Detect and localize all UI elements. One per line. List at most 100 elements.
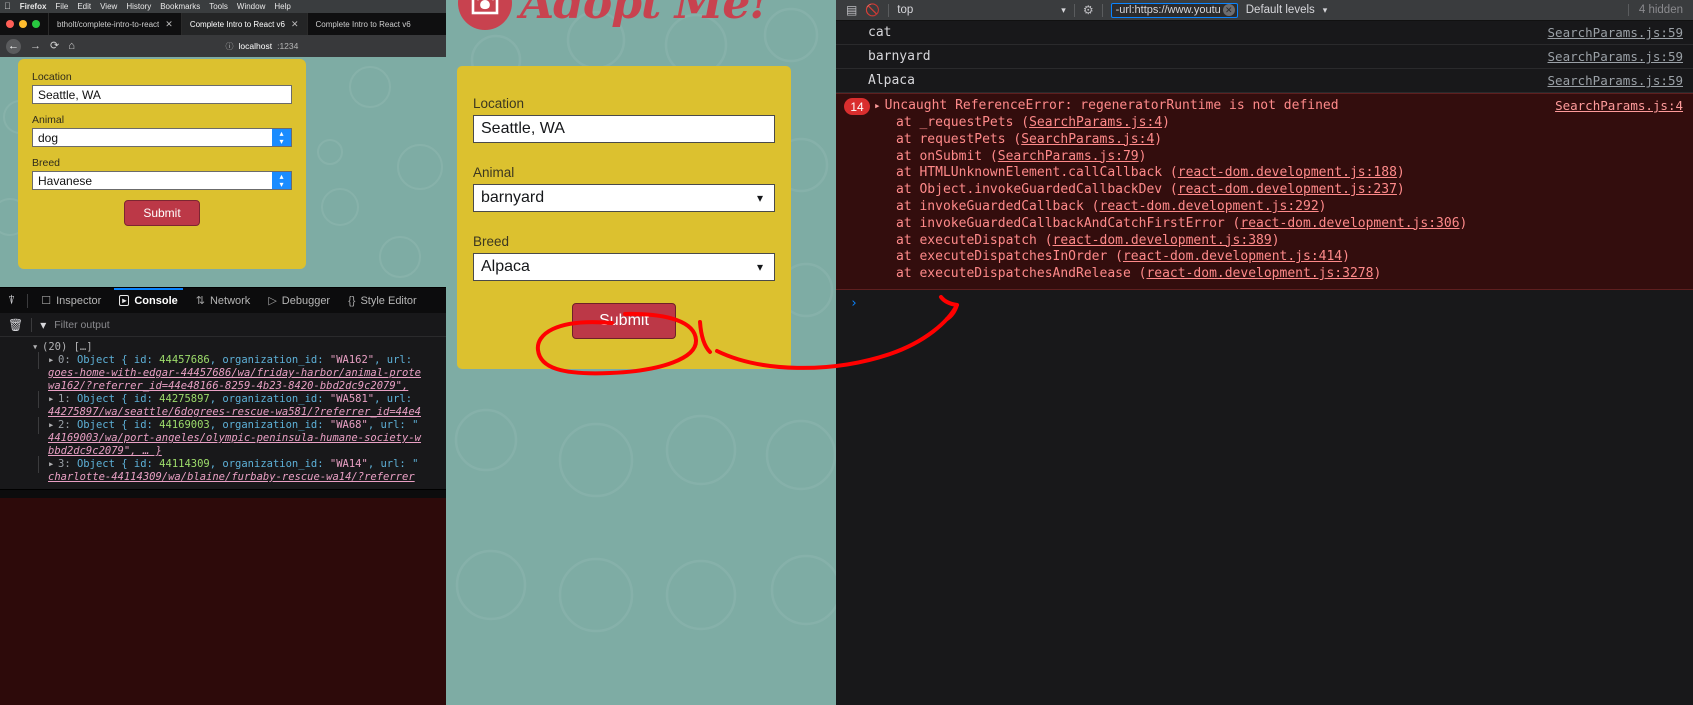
console-object-row[interactable]: ▸ 3: Object { id: 44114309, organization_… [0,456,446,473]
frame-link[interactable]: react-dom.development.js:389 [1053,233,1272,248]
frame-link[interactable]: react-dom.development.js:292 [1100,199,1319,214]
frame-link[interactable]: react-dom.development.js:3278 [1146,266,1373,281]
console-output-left[interactable]: ▾ (20) […] ▸ 0: Object { id: 44457686, org… [0,337,446,489]
menu-window[interactable]: Window [237,2,265,11]
log-levels-dropdown[interactable]: Default levels [1246,4,1315,16]
console-object-row[interactable]: ▸ 1: Object { id: 44275897, organization_… [0,391,446,408]
breed-select[interactable]: Alpaca ▾ [473,253,775,281]
browser-tab-2[interactable]: Complete Intro to React v6 [306,13,427,35]
stack-frame[interactable]: at executeDispatchesAndRelease (react-do… [896,266,1693,283]
close-window-button[interactable] [6,20,14,28]
animal-select[interactable]: barnyard ▾ [473,184,775,212]
chevron-down-icon[interactable]: ▾ [757,191,767,205]
menu-view[interactable]: View [100,2,117,11]
devtools-tab-style-editor[interactable]: {} Style Editor [339,289,426,313]
browser-tab-1[interactable]: Complete Intro to React v6 ✕ [180,13,307,35]
location-input[interactable]: Seattle, WA [32,85,292,104]
error-header[interactable]: 14 ▸ Uncaught ReferenceError: regenerato… [836,98,1693,115]
stack-frame[interactable]: at onSubmit (SearchParams.js:79) [896,149,1693,166]
stack-frame[interactable]: at invokeGuardedCallbackAndCatchFirstErr… [896,216,1693,233]
console-context-selector[interactable]: top [897,4,913,16]
log-source-link[interactable]: SearchParams.js:59 [1548,25,1683,40]
submit-button-small[interactable]: Submit [124,200,200,226]
stack-frame[interactable]: at HTMLUnknownElement.callCallback (reac… [896,165,1693,182]
stack-frame[interactable]: at executeDispatch (react-dom.developmen… [896,233,1693,250]
chevron-down-icon[interactable]: ▾ [757,260,767,274]
back-icon[interactable]: ← [6,38,21,54]
log-source-link[interactable]: SearchParams.js:59 [1548,49,1683,64]
console-filter-input[interactable]: -url:https://www.youtu ✕ [1110,2,1238,18]
menu-file[interactable]: File [55,2,68,11]
submit-button[interactable]: Submit [572,303,676,339]
console-output-right[interactable]: cat SearchParams.js:59 barnyard SearchPa… [836,21,1693,317]
stack-frame[interactable]: at _requestPets (SearchParams.js:4) [896,115,1693,132]
menu-tools[interactable]: Tools [209,2,228,11]
menu-help[interactable]: Help [274,2,290,11]
forward-icon[interactable]: → [30,40,41,52]
breed-select[interactable]: Havanese ▴ ▾ [32,171,292,190]
stack-frame[interactable]: at requestPets (SearchParams.js:4) [896,132,1693,149]
console-input-prompt[interactable]: › [836,290,1693,317]
maximize-window-button[interactable] [32,20,40,28]
devtools-tab-network[interactable]: ⇅ Network [187,288,260,313]
menu-firefox[interactable]: Firefox [20,2,47,11]
apple-icon[interactable]:  [4,2,11,11]
frame-link[interactable]: react-dom.development.js:237 [1178,182,1397,197]
console-object-row[interactable]: ▸ 2: Object { id: 44169003, organization_… [0,417,446,434]
log-source-link[interactable]: SearchParams.js:59 [1548,73,1683,88]
stack-frame[interactable]: at Object.invokeGuardedCallbackDev (reac… [896,182,1693,199]
animal-select[interactable]: dog ▴ ▾ [32,128,292,147]
menu-history[interactable]: History [126,2,151,11]
console-log-row[interactable]: barnyard SearchParams.js:59 [836,45,1693,69]
frame-link[interactable]: SearchParams.js:79 [998,149,1139,164]
browser-tab-0[interactable]: btholt/complete-intro-to-react ✕ [48,13,181,35]
menu-bookmarks[interactable]: Bookmarks [160,2,200,11]
close-icon[interactable]: ✕ [291,19,299,30]
console-array-header[interactable]: ▾ (20) […] [0,341,446,354]
frame-link[interactable]: SearchParams.js:4 [1029,115,1162,130]
stack-frame[interactable]: at invokeGuardedCallback (react-dom.deve… [896,199,1693,216]
chevron-updown-icon[interactable]: ▴ ▾ [272,172,291,189]
app-logo-text: Adopt Me! [520,0,769,29]
breed-label: Breed [473,234,510,249]
console-log-row[interactable]: Alpaca SearchParams.js:59 [836,69,1693,93]
error-source-link[interactable]: SearchParams.js:4 [1555,98,1683,113]
no-entry-icon[interactable]: 🚫 [865,3,880,17]
menu-edit[interactable]: Edit [77,2,91,11]
frame-link[interactable]: react-dom.development.js:188 [1178,165,1397,180]
filter-output-input[interactable]: Filter output [54,319,109,331]
clear-filter-icon[interactable]: ✕ [1222,4,1235,16]
address-bar[interactable]: ⓘ localhost:1234 [83,38,440,54]
devtools-tab-inspector[interactable]: ☐ Inspector [32,288,110,313]
reload-icon[interactable]: ⟳ [50,40,59,52]
gear-icon[interactable]: ⚙ [1083,3,1094,17]
split-console-icon[interactable]: ▤ [846,3,857,17]
chevron-updown-icon[interactable]: ▴ ▾ [272,129,291,146]
twisty-icon[interactable]: ▸ [48,354,58,367]
home-icon[interactable]: ⌂ [68,40,75,52]
frame-link[interactable]: react-dom.development.js:306 [1240,216,1459,231]
console-object-row[interactable]: ▸ 0: Object { id: 44457686, organization_… [0,352,446,369]
location-input[interactable]: Seattle, WA [473,115,775,143]
twisty-icon[interactable]: ▾ [32,341,42,354]
element-picker-icon[interactable]: ⍒ [6,293,23,308]
site-info-icon[interactable]: ⓘ [226,41,234,52]
frame-link[interactable]: react-dom.development.js:414 [1123,249,1342,264]
console-error-row[interactable]: 14 ▸ Uncaught ReferenceError: regenerato… [836,93,1693,290]
minimize-window-button[interactable] [19,20,27,28]
console-log-row[interactable]: cat SearchParams.js:59 [836,21,1693,45]
twisty-icon[interactable]: ▸ [874,98,885,112]
devtools-tab-debugger[interactable]: ▷ Debugger [259,288,339,313]
close-icon[interactable]: ✕ [165,19,173,30]
twisty-icon[interactable]: ▸ [48,419,58,432]
chevron-down-icon[interactable]: ▾ [1323,5,1328,16]
window-controls[interactable] [2,13,48,35]
trash-icon[interactable]: 🗑 [8,318,23,332]
twisty-icon[interactable]: ▸ [48,393,58,406]
chevron-down-icon[interactable]: ▾ [1061,5,1066,16]
funnel-icon[interactable]: ▾ [40,318,46,332]
stack-frame[interactable]: at executeDispatchesInOrder (react-dom.d… [896,249,1693,266]
frame-link[interactable]: SearchParams.js:4 [1021,132,1154,147]
twisty-icon[interactable]: ▸ [48,458,58,471]
devtools-tab-console[interactable]: ▸ Console [110,287,186,313]
